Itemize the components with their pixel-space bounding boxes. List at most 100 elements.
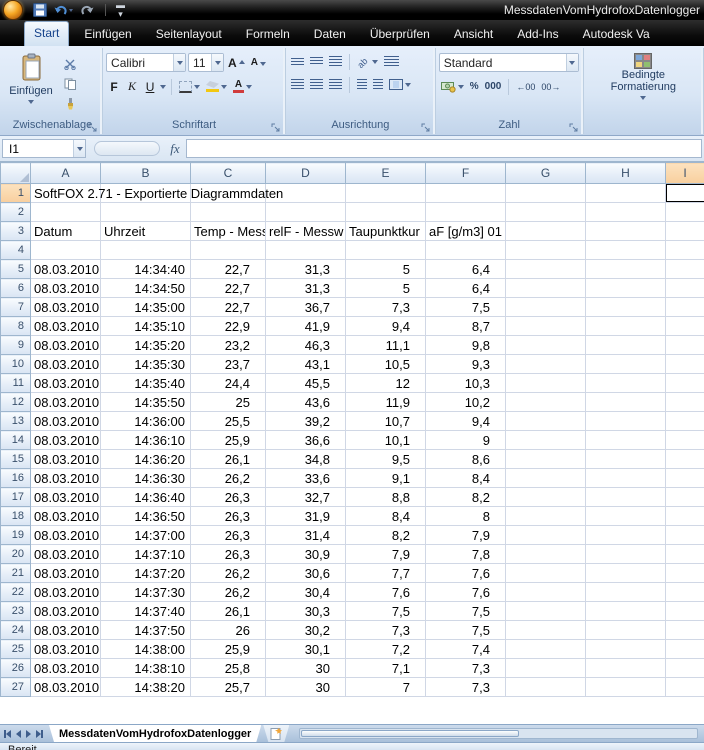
cell[interactable]: 08.03.2010: [30, 677, 101, 697]
cell[interactable]: 30,2: [265, 620, 346, 640]
cell[interactable]: 7,3: [345, 297, 426, 317]
cell[interactable]: 7,7: [345, 563, 426, 583]
cell[interactable]: [505, 506, 586, 526]
increase-indent-button[interactable]: [371, 76, 385, 93]
row-header-18[interactable]: 18: [0, 506, 31, 526]
cell[interactable]: 14:36:50: [100, 506, 191, 526]
cell[interactable]: [505, 544, 586, 564]
cell[interactable]: 9,4: [345, 316, 426, 336]
cell[interactable]: 14:36:40: [100, 487, 191, 507]
cell[interactable]: [665, 411, 704, 431]
cell[interactable]: 26,3: [190, 487, 266, 507]
ribbon-tab-autodesk-va[interactable]: Autodesk Va: [574, 23, 659, 46]
cell[interactable]: 26,3: [190, 544, 266, 564]
cell[interactable]: [665, 544, 704, 564]
cell[interactable]: 7,5: [425, 297, 506, 317]
cell[interactable]: 14:35:10: [100, 316, 191, 336]
cell[interactable]: 6,4: [425, 259, 506, 279]
row-header-23[interactable]: 23: [0, 601, 31, 621]
font-size-select[interactable]: 11: [188, 53, 225, 72]
row-header-19[interactable]: 19: [0, 525, 31, 545]
horizontal-scrollbar-thumb[interactable]: [301, 730, 520, 737]
align-middle-button[interactable]: [308, 53, 325, 70]
cell[interactable]: [505, 240, 586, 260]
cell[interactable]: 10,7: [345, 411, 426, 431]
cell[interactable]: [585, 525, 666, 545]
cell[interactable]: [665, 677, 704, 697]
cell[interactable]: 08.03.2010: [30, 335, 101, 355]
cell[interactable]: 14:38:10: [100, 658, 191, 678]
cell[interactable]: 25,9: [190, 639, 266, 659]
row-header-25[interactable]: 25: [0, 639, 31, 659]
cell[interactable]: [505, 487, 586, 507]
cell[interactable]: 7,9: [425, 525, 506, 545]
cell[interactable]: 5: [345, 278, 426, 298]
cell[interactable]: 9: [425, 430, 506, 450]
name-box[interactable]: I1: [2, 139, 86, 158]
cell[interactable]: 31,9: [265, 506, 346, 526]
borders-button[interactable]: [177, 78, 202, 95]
cell[interactable]: 14:36:30: [100, 468, 191, 488]
ribbon-tab-überprüfen[interactable]: Überprüfen: [361, 23, 439, 46]
row-header-2[interactable]: 2: [0, 202, 31, 222]
cell[interactable]: 14:37:10: [100, 544, 191, 564]
cell[interactable]: 08.03.2010: [30, 487, 101, 507]
cell[interactable]: 26,3: [190, 506, 266, 526]
cell[interactable]: 7,6: [425, 563, 506, 583]
cell[interactable]: 31,3: [265, 278, 346, 298]
cell[interactable]: 10,3: [425, 373, 506, 393]
cell[interactable]: 14:37:30: [100, 582, 191, 602]
cell[interactable]: [585, 202, 666, 222]
cell[interactable]: [30, 202, 101, 222]
cell[interactable]: [425, 240, 506, 260]
row-header-20[interactable]: 20: [0, 544, 31, 564]
cell[interactable]: [665, 449, 704, 469]
ribbon-tab-add-ins[interactable]: Add-Ins: [508, 23, 567, 46]
paste-button[interactable]: Einfügen: [6, 51, 56, 119]
decrease-indent-button[interactable]: [355, 76, 369, 93]
cell[interactable]: 22,9: [190, 316, 266, 336]
cell[interactable]: [665, 240, 704, 260]
cell[interactable]: [665, 221, 704, 241]
cell[interactable]: 46,3: [265, 335, 346, 355]
cell[interactable]: [505, 354, 586, 374]
cell[interactable]: [30, 240, 101, 260]
cell[interactable]: [665, 183, 704, 203]
cell[interactable]: 8,4: [345, 506, 426, 526]
column-header-A[interactable]: A: [30, 162, 101, 184]
cell[interactable]: [585, 373, 666, 393]
row-header-26[interactable]: 26: [0, 658, 31, 678]
cell[interactable]: 14:35:40: [100, 373, 191, 393]
cell[interactable]: 9,5: [345, 449, 426, 469]
increase-font-button[interactable]: A: [226, 54, 247, 71]
cell[interactable]: 7,3: [345, 620, 426, 640]
cell[interactable]: 08.03.2010: [30, 639, 101, 659]
wrap-text-button[interactable]: [382, 53, 401, 70]
ribbon-tab-formeln[interactable]: Formeln: [237, 23, 299, 46]
cell[interactable]: 7,2: [345, 639, 426, 659]
cell[interactable]: [585, 335, 666, 355]
cell[interactable]: 14:36:20: [100, 449, 191, 469]
cell[interactable]: [665, 487, 704, 507]
thousands-button[interactable]: 000: [483, 78, 504, 95]
cell[interactable]: 10,1: [345, 430, 426, 450]
cell[interactable]: 34,8: [265, 449, 346, 469]
cell[interactable]: 14:35:20: [100, 335, 191, 355]
alignment-dialog-launcher[interactable]: [421, 120, 433, 132]
cell[interactable]: [585, 392, 666, 412]
cell[interactable]: 08.03.2010: [30, 449, 101, 469]
cell[interactable]: [585, 411, 666, 431]
number-dialog-launcher[interactable]: [569, 120, 581, 132]
undo-button[interactable]: [53, 2, 73, 18]
cell[interactable]: 10,2: [425, 392, 506, 412]
cell[interactable]: [505, 525, 586, 545]
cell[interactable]: [505, 335, 586, 355]
cell[interactable]: SoftFOX 2.71 - Exportierte Diagrammdaten: [30, 183, 283, 203]
ribbon-tab-seitenlayout[interactable]: Seitenlayout: [147, 23, 231, 46]
cell[interactable]: aF [g/m3] 01: [425, 221, 506, 241]
cell[interactable]: 08.03.2010: [30, 411, 101, 431]
cell[interactable]: 08.03.2010: [30, 525, 101, 545]
cell[interactable]: [190, 240, 266, 260]
cell[interactable]: 8,7: [425, 316, 506, 336]
cell[interactable]: [665, 316, 704, 336]
